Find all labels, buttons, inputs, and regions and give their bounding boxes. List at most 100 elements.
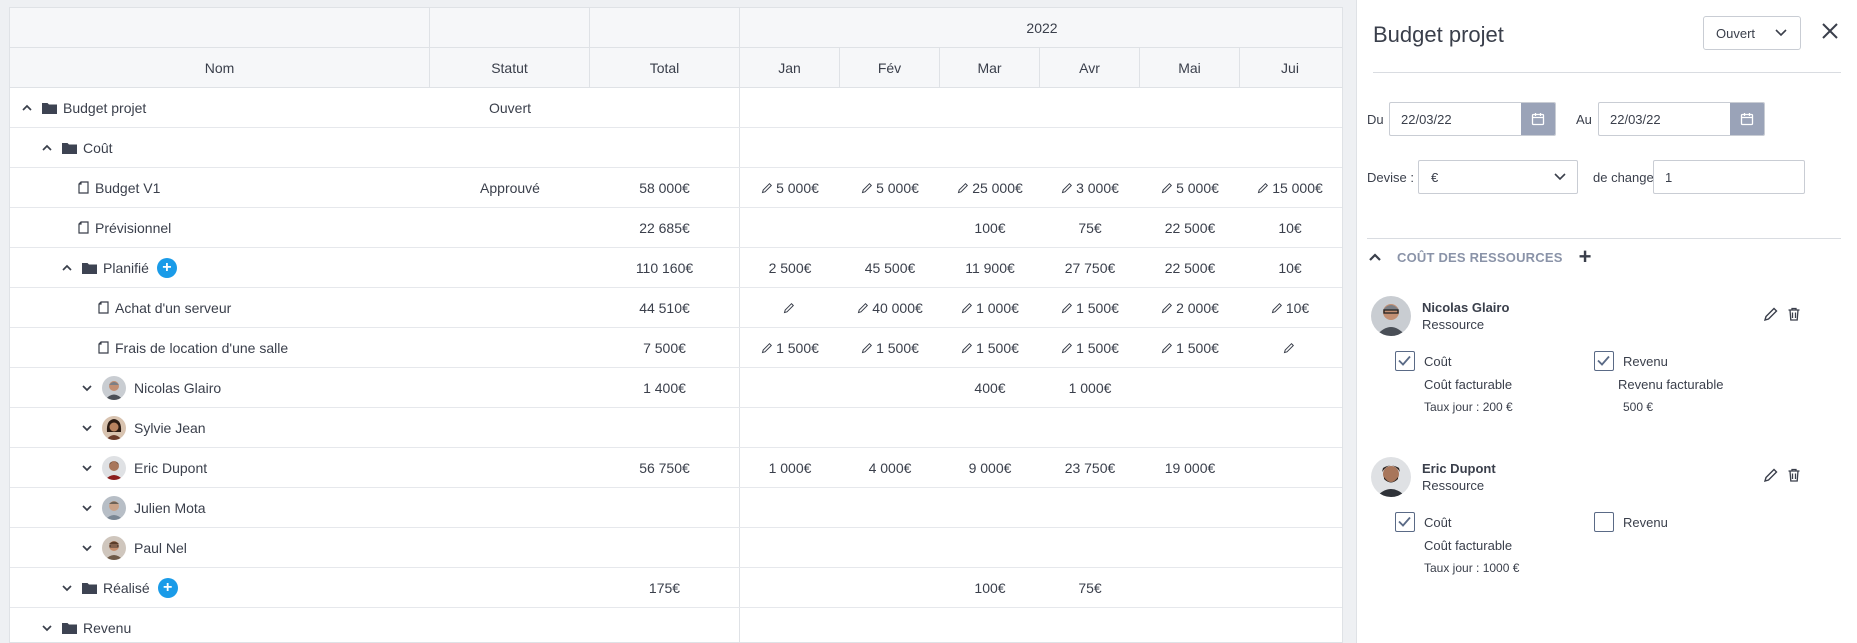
pencil-icon[interactable] bbox=[761, 182, 773, 194]
add-item-button[interactable]: + bbox=[156, 257, 177, 278]
chevron-up-icon[interactable] bbox=[60, 261, 74, 275]
table-row[interactable]: Nicolas Glairo 1 400€ 400€ 1 000€ bbox=[10, 368, 1342, 408]
table-row[interactable]: Budget projet Ouvert bbox=[10, 88, 1342, 128]
cell-statut bbox=[430, 528, 590, 567]
column-header-month[interactable]: Jan bbox=[740, 48, 840, 87]
cell-month[interactable]: 40 000€ bbox=[840, 288, 940, 327]
resource-role: Ressource bbox=[1422, 317, 1485, 332]
cost-checkbox[interactable] bbox=[1395, 512, 1415, 532]
cell-month[interactable]: 1 500€ bbox=[1140, 328, 1240, 367]
section-header-resources[interactable]: COÛT DES RESSOURCES + bbox=[1367, 246, 1592, 268]
calendar-icon[interactable] bbox=[1730, 103, 1764, 135]
pencil-icon[interactable] bbox=[1257, 182, 1269, 194]
month-value: 19 000€ bbox=[1165, 460, 1216, 476]
row-name: Revenu bbox=[83, 619, 132, 636]
cell-month[interactable]: 1 500€ bbox=[1040, 328, 1140, 367]
month-value: 5 000€ bbox=[761, 180, 819, 196]
pencil-icon[interactable] bbox=[1283, 342, 1295, 354]
trash-icon[interactable] bbox=[1786, 306, 1802, 322]
pencil-icon[interactable] bbox=[1061, 182, 1073, 194]
table-row[interactable]: Frais de location d'une salle 7 500€ 1 500… bbox=[10, 328, 1342, 368]
chevron-down-icon[interactable] bbox=[80, 541, 94, 555]
table-row[interactable]: Revenu bbox=[10, 608, 1342, 642]
status-select[interactable]: Ouvert bbox=[1703, 16, 1801, 50]
column-header-month[interactable]: Fév bbox=[840, 48, 940, 87]
column-header-month[interactable]: Mar bbox=[940, 48, 1040, 87]
pencil-icon[interactable] bbox=[1061, 342, 1073, 354]
pencil-icon[interactable] bbox=[783, 302, 795, 314]
chevron-down-icon[interactable] bbox=[80, 501, 94, 515]
cell-month[interactable] bbox=[740, 288, 840, 327]
revenue-checkbox[interactable] bbox=[1594, 512, 1614, 532]
month-amount: 100€ bbox=[974, 219, 1006, 236]
cost-checkbox[interactable] bbox=[1395, 351, 1415, 371]
pencil-icon[interactable] bbox=[957, 182, 969, 194]
revenue-checkbox[interactable] bbox=[1594, 351, 1614, 371]
add-item-button[interactable]: + bbox=[157, 577, 178, 598]
chevron-up-icon[interactable] bbox=[1367, 249, 1383, 265]
table-row[interactable]: Sylvie Jean bbox=[10, 408, 1342, 448]
column-header-nom[interactable]: Nom bbox=[10, 48, 430, 87]
column-header-statut[interactable]: Statut bbox=[430, 48, 590, 87]
table-row[interactable]: Coût bbox=[10, 128, 1342, 168]
chevron-up-icon[interactable] bbox=[20, 101, 34, 115]
table-row[interactable]: Planifié +110 160€ 2 500€ 45 500€ 11 900€ 27 … bbox=[10, 248, 1342, 288]
cell-month[interactable]: 15 000€ bbox=[1240, 168, 1340, 207]
pencil-icon[interactable] bbox=[1161, 302, 1173, 314]
avatar bbox=[102, 495, 126, 520]
pencil-icon[interactable] bbox=[1763, 467, 1779, 483]
chevron-down-icon[interactable] bbox=[40, 621, 54, 635]
pencil-icon[interactable] bbox=[1271, 302, 1283, 314]
pencil-icon[interactable] bbox=[1161, 182, 1173, 194]
pencil-icon[interactable] bbox=[1061, 302, 1073, 314]
pencil-icon[interactable] bbox=[961, 342, 973, 354]
table-row[interactable]: Prévisionnel 22 685€ 100€ 75€ 22 500€ 10€ bbox=[10, 208, 1342, 248]
cell-month[interactable]: 1 500€ bbox=[940, 328, 1040, 367]
pencil-icon[interactable] bbox=[961, 302, 973, 314]
table-row[interactable]: Paul Nel bbox=[10, 528, 1342, 568]
table-row[interactable]: Réalisé +175€ 100€ 75€ bbox=[10, 568, 1342, 608]
cell-month[interactable] bbox=[1240, 328, 1340, 367]
chevron-down-icon[interactable] bbox=[80, 421, 94, 435]
pencil-icon[interactable] bbox=[861, 182, 873, 194]
cell-month[interactable]: 1 500€ bbox=[840, 328, 940, 367]
row-name: Eric Dupont bbox=[134, 459, 208, 476]
chevron-down-icon[interactable] bbox=[60, 581, 74, 595]
table-row[interactable]: Achat d'un serveur 44 510€ 40 000€ 1 000€ 1 … bbox=[10, 288, 1342, 328]
add-resource-icon[interactable]: + bbox=[1579, 246, 1592, 268]
cell-month[interactable]: 1 500€ bbox=[1040, 288, 1140, 327]
chevron-down-icon[interactable] bbox=[80, 381, 94, 395]
cell-month[interactable]: 25 000€ bbox=[940, 168, 1040, 207]
close-icon[interactable] bbox=[1819, 20, 1841, 42]
column-header-month[interactable]: Jui bbox=[1240, 48, 1340, 87]
chevron-up-icon[interactable] bbox=[40, 141, 54, 155]
cell-month[interactable]: 5 000€ bbox=[840, 168, 940, 207]
trash-icon[interactable] bbox=[1786, 467, 1802, 483]
cell-month[interactable]: 1 500€ bbox=[740, 328, 840, 367]
table-row[interactable]: Budget V1 Approuvé 58 000€ 5 000€ 5 000€ 25 0… bbox=[10, 168, 1342, 208]
column-header-total[interactable]: Total bbox=[590, 48, 740, 87]
table-row[interactable]: Eric Dupont 56 750€ 1 000€ 4 000€ 9 000€ 23 7… bbox=[10, 448, 1342, 488]
pencil-icon[interactable] bbox=[861, 342, 873, 354]
cell-month[interactable]: 5 000€ bbox=[740, 168, 840, 207]
currency-select[interactable]: € bbox=[1418, 160, 1578, 194]
exchange-rate-input[interactable]: 1 bbox=[1653, 160, 1805, 194]
pencil-icon[interactable] bbox=[857, 302, 869, 314]
pencil-icon[interactable] bbox=[1763, 306, 1779, 322]
pencil-icon[interactable] bbox=[1161, 342, 1173, 354]
date-to-field[interactable]: 22/03/22 bbox=[1598, 102, 1765, 136]
cell-month[interactable]: 2 000€ bbox=[1140, 288, 1240, 327]
pencil-icon[interactable] bbox=[761, 342, 773, 354]
cell-month[interactable]: 1 000€ bbox=[940, 288, 1040, 327]
cell-total bbox=[590, 528, 740, 567]
date-from-field[interactable]: 22/03/22 bbox=[1389, 102, 1556, 136]
column-header-month[interactable]: Mai bbox=[1140, 48, 1240, 87]
table-row[interactable]: Julien Mota bbox=[10, 488, 1342, 528]
cell-month[interactable]: 10€ bbox=[1240, 288, 1340, 327]
chevron-down-icon[interactable] bbox=[80, 461, 94, 475]
cell-month[interactable]: 3 000€ bbox=[1040, 168, 1140, 207]
column-header-month[interactable]: Avr bbox=[1040, 48, 1140, 87]
document-icon bbox=[78, 221, 89, 234]
cell-month[interactable]: 5 000€ bbox=[1140, 168, 1240, 207]
calendar-icon[interactable] bbox=[1521, 103, 1555, 135]
